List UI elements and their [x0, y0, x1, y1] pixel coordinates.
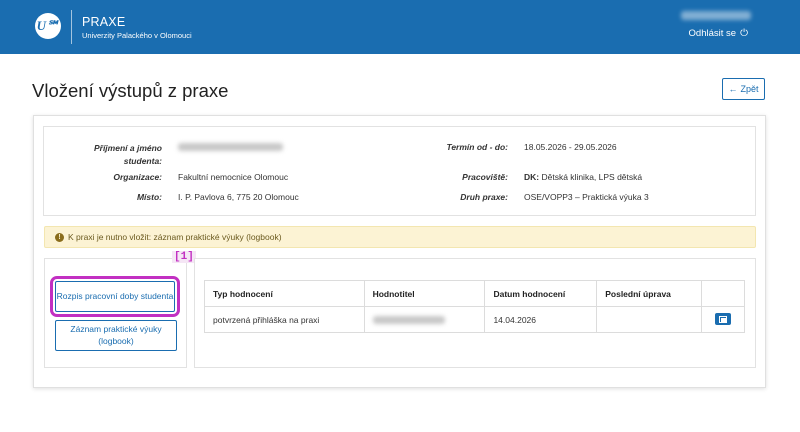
actions-panel [44, 258, 187, 368]
navbar-divider [71, 10, 72, 44]
cell-hodnotitel [363, 306, 486, 333]
user-name-redacted [681, 11, 751, 20]
practice-info-box [43, 126, 756, 216]
open-detail-icon[interactable] [715, 312, 731, 325]
page-title: Vložení výstupů z praxe [32, 80, 229, 101]
top-navbar: U℠ PRAXE Univerzity Palackého v Olomouci… [0, 0, 800, 54]
university-logo-icon[interactable]: U℠ [35, 13, 61, 39]
logout-button[interactable]: Odhlásit se ⏻ [689, 28, 748, 39]
pracoviste-text: Dětská klinika, LPS dětská [541, 172, 643, 182]
cell-posledni-uprava [596, 306, 703, 333]
warning-alert: ! K praxi je nutno vložit: záznam prakti… [44, 226, 756, 248]
druh-label: Druh praxe: [460, 192, 508, 202]
student-name-redacted [178, 143, 283, 151]
cell-datum: 14.04.2026 [484, 306, 598, 333]
pracoviste-prefix: DK: [524, 172, 540, 182]
misto-label: Místo: [136, 192, 162, 202]
termin-value: 18.05.2026 - 29.05.2026 [524, 142, 617, 152]
evaluations-table: Typ hodnocení Hodnotitel Datum hodnocení… [204, 280, 745, 333]
back-button-label: Zpět [740, 84, 759, 94]
termin-label: Termín od - do: [446, 142, 508, 152]
pracoviste-value: DK: Dětská klinika, LPS dětská [524, 172, 642, 182]
rozpis-pracovni-doby-button[interactable]: Rozpis pracovní doby studenta [50, 276, 180, 317]
app-subtitle: Univerzity Palackého v Olomouci [82, 31, 192, 40]
app-title[interactable]: PRAXE [82, 15, 125, 29]
col-posledni-uprava: Poslední úprava [596, 280, 703, 307]
alert-text: K praxi je nutno vložit: záznam praktick… [68, 232, 282, 242]
col-hodnotitel: Hodnotitel [363, 280, 486, 307]
power-icon: ⏻ [740, 28, 748, 39]
table-header-row: Typ hodnocení Hodnotitel Datum hodnocení… [204, 280, 745, 307]
logout-label: Odhlásit se [688, 28, 737, 39]
organizace-value: Fakultní nemocnice Olomouc [178, 172, 289, 182]
back-button[interactable]: ← Zpět [722, 78, 765, 100]
cell-typ: potvrzená přihláška na praxi [204, 306, 365, 333]
annotation-tag: [1] [172, 251, 196, 263]
pracoviste-label: Pracoviště: [462, 172, 508, 182]
cell-actions [701, 306, 745, 333]
misto-value: I. P. Pavlova 6, 775 20 Olomouc [178, 192, 299, 202]
zaznam-prakticke-vyuky-button[interactable]: Záznam praktické výuky (logbook) [55, 320, 177, 351]
col-datum-hodnoceni: Datum hodnocení [484, 280, 598, 307]
student-label: Příjmení a jméno studenta: [93, 143, 162, 166]
organizace-label: Organizace: [113, 172, 162, 182]
hodnotitel-redacted [372, 315, 445, 324]
col-actions [701, 280, 745, 307]
arrow-left-icon: ← [728, 84, 738, 94]
col-typ-hodnoceni: Typ hodnocení [204, 280, 365, 307]
table-row: potvrzená přihláška na praxi 14.04.2026 [204, 306, 745, 333]
druh-value: OSE/VOPP3 – Praktická výuka 3 [524, 192, 649, 202]
warning-icon: ! [55, 232, 64, 242]
